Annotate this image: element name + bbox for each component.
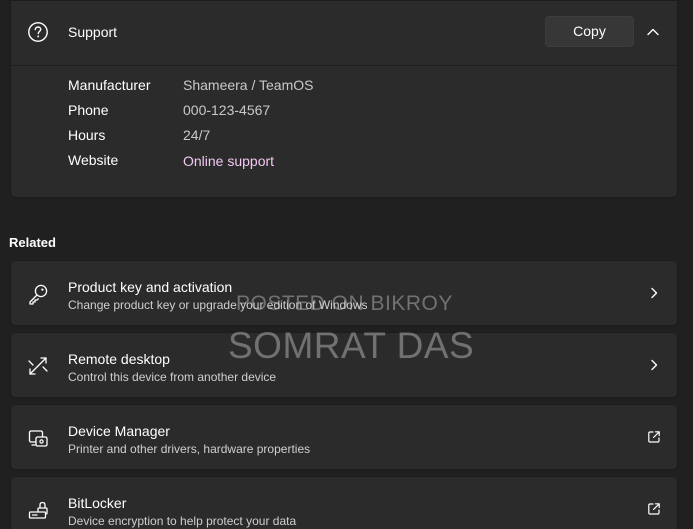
detail-row-manufacturer: Manufacturer Shameera / TeamOS	[68, 77, 668, 97]
detail-row-hours: Hours 24/7	[68, 127, 668, 147]
support-title: Support	[68, 24, 118, 40]
detail-label: Hours	[68, 127, 106, 143]
card-title: Device Manager	[68, 423, 170, 439]
remote-desktop-icon	[27, 355, 49, 377]
open-external-icon	[647, 502, 661, 516]
detail-row-website: Website Online support	[68, 152, 668, 172]
chevron-right-icon	[647, 358, 661, 372]
detail-label: Phone	[68, 102, 109, 118]
bitlocker-icon	[27, 499, 49, 521]
card-description: Change product key or upgrade your editi…	[68, 298, 368, 312]
card-title: Product key and activation	[68, 279, 233, 295]
support-header[interactable]: Support Copy	[11, 1, 677, 66]
card-title: Remote desktop	[68, 351, 170, 367]
detail-value: Shameera / TeamOS	[183, 77, 314, 93]
settings-page: Support Copy Manufacturer Shameera / Tea…	[0, 0, 693, 529]
related-item-device-manager[interactable]: Device Manager Printer and other drivers…	[10, 404, 678, 470]
detail-value: 000-123-4567	[183, 102, 271, 118]
open-external-icon	[647, 430, 661, 444]
support-panel: Support Copy Manufacturer Shameera / Tea…	[10, 0, 678, 198]
detail-label: Manufacturer	[68, 77, 151, 93]
related-item-bitlocker[interactable]: BitLocker Device encryption to help prot…	[10, 476, 678, 529]
detail-label: Website	[68, 152, 119, 168]
card-description: Printer and other drivers, hardware prop…	[68, 442, 311, 456]
card-description: Device encryption to help protect your d…	[68, 514, 297, 528]
card-title: BitLocker	[68, 495, 127, 511]
detail-value: 24/7	[183, 127, 211, 143]
related-item-remote-desktop[interactable]: Remote desktop Control this device from …	[10, 332, 678, 398]
copy-button[interactable]: Copy	[545, 16, 634, 47]
detail-row-phone: Phone 000-123-4567	[68, 102, 668, 122]
chevron-right-icon	[647, 286, 661, 300]
chevron-up-icon[interactable]	[645, 24, 661, 40]
online-support-link[interactable]: Online support	[183, 153, 274, 169]
related-item-product-key[interactable]: Product key and activation Change produc…	[10, 260, 678, 326]
related-heading: Related	[9, 235, 56, 250]
card-description: Control this device from another device	[68, 370, 277, 384]
help-circle-icon	[27, 21, 49, 43]
key-icon	[27, 283, 49, 305]
device-manager-icon	[27, 427, 49, 449]
